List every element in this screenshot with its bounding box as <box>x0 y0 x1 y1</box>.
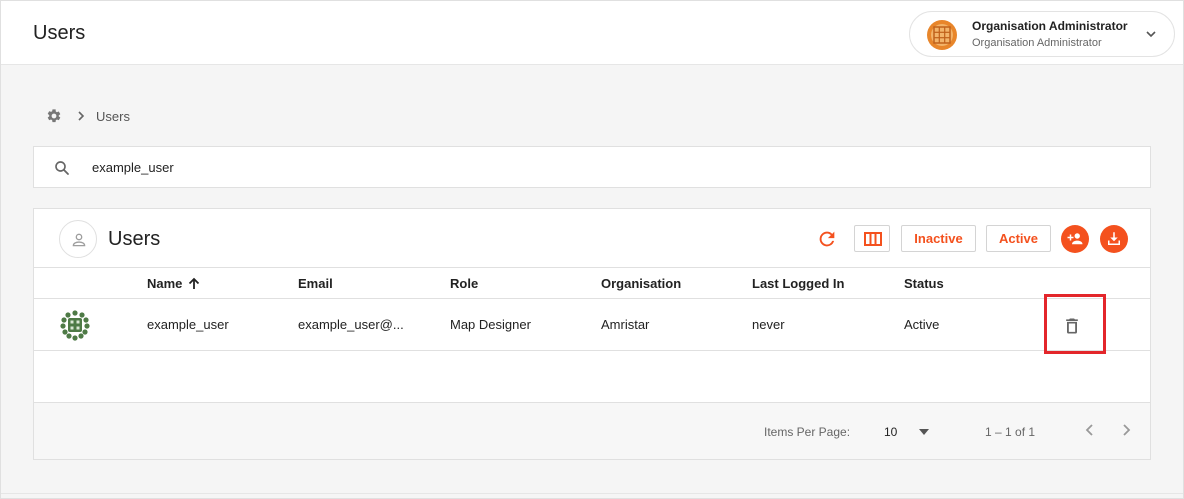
search-input[interactable] <box>92 156 1132 178</box>
column-header-organisation[interactable]: Organisation <box>601 276 681 291</box>
user-icon <box>72 233 86 247</box>
footer-divider <box>1 493 1183 494</box>
columns-button[interactable] <box>854 225 890 252</box>
card-avatar <box>59 220 97 258</box>
items-per-page-value: 10 <box>884 425 898 439</box>
inactive-filter-button[interactable]: Inactive <box>901 225 976 252</box>
person-add-icon <box>1067 233 1083 245</box>
refresh-icon[interactable] <box>816 228 838 250</box>
user-role: Organisation Administrator <box>972 37 1102 49</box>
arrow-up-icon <box>189 277 200 289</box>
users-card: Users Inactive Active Name Email Role Or… <box>33 208 1151 460</box>
add-user-button[interactable] <box>1061 225 1089 253</box>
page-range-label: 1 – 1 of 1 <box>985 425 1036 439</box>
card-title: Users <box>108 228 161 250</box>
column-header-status[interactable]: Status <box>904 276 944 291</box>
chevron-left-icon[interactable] <box>1080 418 1100 442</box>
gear-icon[interactable] <box>46 108 62 124</box>
top-bar: Users Organisation Administrator Organis… <box>1 1 1183 65</box>
download-icon <box>1108 232 1120 245</box>
column-header-name[interactable]: Name <box>147 276 201 291</box>
user-name: Organisation Administrator <box>972 19 1128 33</box>
paginator: Items Per Page: 10 1 – 1 of 1 <box>34 402 1150 459</box>
active-filter-button[interactable]: Active <box>986 225 1051 252</box>
column-header-email[interactable]: Email <box>298 276 333 291</box>
delete-user-button[interactable] <box>1060 314 1084 338</box>
cell-status: Active <box>904 317 940 332</box>
table-row[interactable]: example_user example_user@... Map Design… <box>34 294 1150 354</box>
items-per-page-label: Items Per Page: <box>764 425 851 439</box>
column-header-last-logged-in[interactable]: Last Logged In <box>752 276 844 291</box>
identicon-avatar <box>60 310 90 341</box>
trash-icon <box>1066 318 1078 334</box>
cell-name: example_user <box>147 317 229 332</box>
cell-last-logged-in: never <box>752 317 785 332</box>
search-icon <box>55 161 69 175</box>
items-per-page-select[interactable]: 10 <box>884 423 934 441</box>
user-menu[interactable]: Organisation Administrator Organisation … <box>909 11 1175 57</box>
column-header-role[interactable]: Role <box>450 276 478 291</box>
table-header: Name Email Role Organisation Last Logged… <box>34 267 1150 299</box>
org-emblem-icon <box>927 20 957 50</box>
cell-email: example_user@... <box>298 317 404 332</box>
cell-role: Map Designer <box>450 317 531 332</box>
view-columns-icon <box>864 232 882 246</box>
breadcrumb: Users <box>46 107 130 125</box>
download-button[interactable] <box>1100 225 1128 253</box>
chevron-right-icon[interactable] <box>1116 418 1136 442</box>
caret-down-icon <box>919 429 929 435</box>
chevron-right-icon <box>78 111 85 121</box>
search-bar <box>33 146 1151 188</box>
breadcrumb-current: Users <box>96 108 130 124</box>
page-title: Users <box>33 22 86 44</box>
chevron-down-icon[interactable] <box>1144 27 1158 41</box>
column-header-label: Name <box>147 276 183 291</box>
cell-organisation: Amristar <box>601 317 650 332</box>
